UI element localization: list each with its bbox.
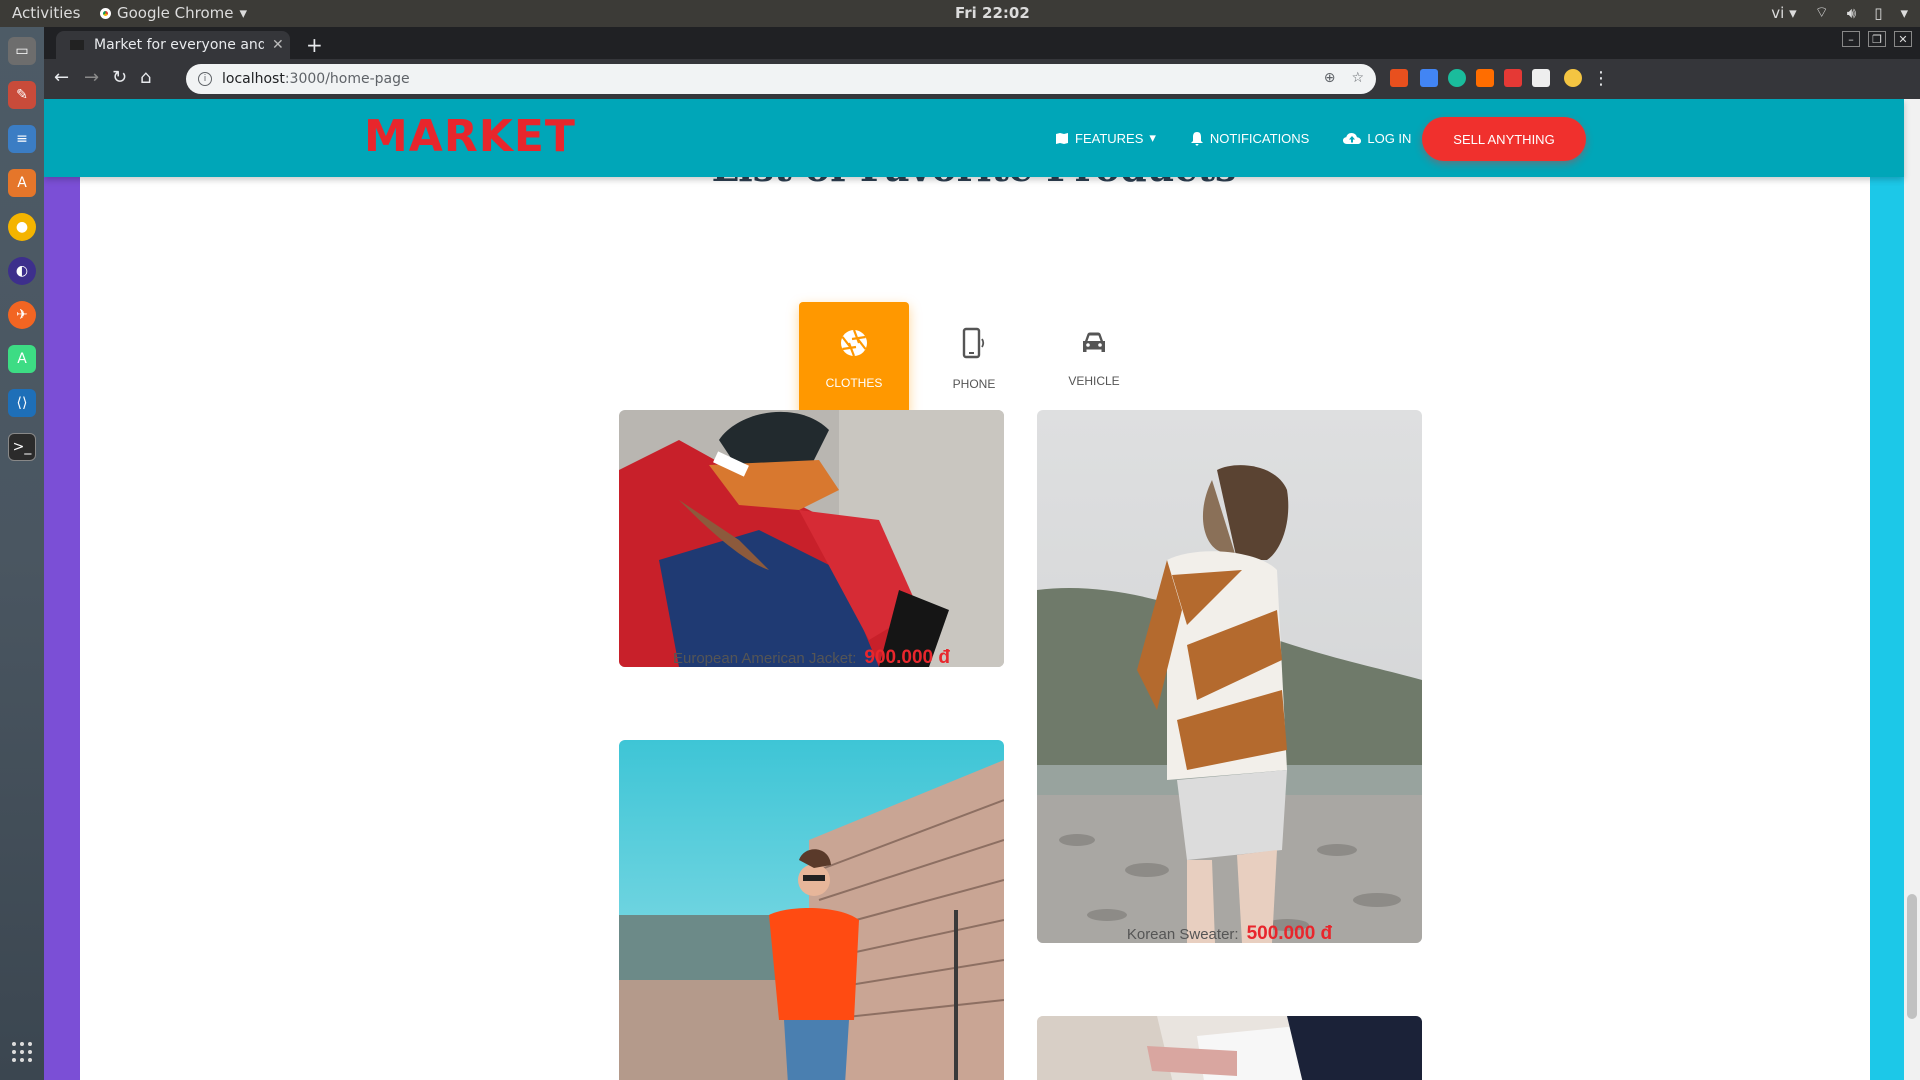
product-name: European American Jacket: <box>672 650 857 667</box>
battery-icon: ▯ <box>1874 3 1883 22</box>
category-tabs: CLOTHES PHONE VEHICLE <box>799 302 1149 416</box>
extension-icon[interactable] <box>1390 69 1408 87</box>
vscode-icon[interactable]: ⟨⟩ <box>8 389 36 417</box>
browser-tab[interactable]: Market for everyone and everything ✕ <box>56 31 290 59</box>
extension-icon[interactable] <box>1476 69 1494 87</box>
product-image-tshirt[interactable] <box>619 740 1004 1080</box>
address-bar[interactable]: i localhost:3000/home-page ⊕ ☆ <box>186 64 1376 94</box>
browser-toolbar: ← → ↻ ⌂ i localhost:3000/home-page ⊕ ☆ ⋮ <box>44 59 1920 99</box>
back-icon[interactable]: ← <box>54 67 69 88</box>
product-image-document[interactable] <box>1037 1016 1422 1080</box>
app-menu[interactable]: Google Chrome ▾ <box>100 4 247 22</box>
product-price: 900.000 đ <box>864 647 950 668</box>
document-photo <box>1037 1016 1422 1080</box>
dock: ▭ ✎ ≡ A ● ◐ ✈ A ⟨⟩ >_ <box>0 27 44 1080</box>
nav-links: FEATURES ▾ NOTIFICATIONS LOG IN <box>1055 99 1411 177</box>
nav-notifications[interactable]: NOTIFICATIONS <box>1190 131 1309 146</box>
new-tab-button[interactable]: + <box>306 33 323 57</box>
product-name: Korean Sweater: <box>1126 926 1239 943</box>
tshirt-photo <box>619 740 1004 1080</box>
chevron-down-icon: ▾ <box>1900 3 1908 22</box>
translate-icon[interactable] <box>1420 69 1438 87</box>
menu-icon[interactable]: ⋮ <box>1592 68 1610 89</box>
minimize-button[interactable]: – <box>1842 31 1860 47</box>
chevron-down-icon: ▾ <box>239 4 248 22</box>
wifi-icon: ⌔ <box>1814 3 1829 21</box>
nav-features-label: FEATURES <box>1075 130 1144 146</box>
activities-button[interactable]: Activities <box>12 4 80 22</box>
android-studio-icon[interactable]: A <box>8 345 36 373</box>
product-caption-jacket: European American Jacket: 900.000 đ <box>619 647 1004 669</box>
page-viewport: List of Favorite Products MARKET FEATURE… <box>44 99 1920 1080</box>
scrollbar-thumb[interactable] <box>1907 894 1917 1019</box>
product-image-sweater[interactable] <box>1037 410 1422 943</box>
page-left-band <box>44 99 80 1080</box>
reload-icon[interactable]: ↻ <box>112 67 127 88</box>
url-host: localhost <box>222 71 285 87</box>
extension-icon[interactable] <box>1532 69 1550 87</box>
sweater-photo <box>1037 410 1422 943</box>
restore-button[interactable]: ❐ <box>1868 31 1886 47</box>
car-icon <box>1083 332 1105 352</box>
tab-title: Market for everyone and everything <box>94 37 264 53</box>
info-icon[interactable]: i <box>198 72 212 86</box>
system-tray[interactable]: vi ▾ ⌔ 🔊︎ ▯ ▾ <box>1771 3 1908 22</box>
bookmark-star-icon[interactable]: ☆ <box>1351 70 1364 86</box>
nav-notifications-label: NOTIFICATIONS <box>1209 130 1310 146</box>
extension-m-icon[interactable] <box>1448 69 1466 87</box>
volume-icon: 🔊︎ <box>1846 3 1857 22</box>
product-price: 500.000 đ <box>1246 923 1333 944</box>
postman-icon[interactable]: ✈ <box>8 301 36 329</box>
sell-anything-button[interactable]: SELL ANYTHING <box>1422 117 1586 161</box>
eclipse-icon[interactable]: ◐ <box>8 257 36 285</box>
home-icon[interactable]: ⌂ <box>140 67 151 88</box>
product-image-jacket[interactable] <box>619 410 1004 667</box>
tab-vehicle[interactable]: VEHICLE <box>1039 302 1149 416</box>
tab-vehicle-label: VEHICLE <box>1068 374 1120 388</box>
nav-features[interactable]: FEATURES ▾ <box>1055 130 1156 146</box>
chrome-dock-icon[interactable]: ● <box>8 213 36 241</box>
extension-icon[interactable] <box>1504 69 1522 87</box>
jacket-photo <box>619 410 1004 667</box>
close-window-button[interactable]: ✕ <box>1894 31 1912 47</box>
browser-window: Market for everyone and everything ✕ + –… <box>44 27 1920 1080</box>
terminal-icon[interactable]: >_ <box>8 433 36 461</box>
site-logo[interactable]: MARKET <box>364 111 576 162</box>
page-right-band <box>1870 99 1904 1080</box>
tab-phone[interactable]: PHONE <box>919 302 1029 416</box>
files-icon[interactable]: ▭ <box>8 37 36 65</box>
close-icon[interactable]: ✕ <box>272 37 284 53</box>
software-center-icon[interactable]: A <box>8 169 36 197</box>
cloud-upload-icon <box>1343 132 1362 144</box>
chrome-icon <box>100 7 111 19</box>
product-caption-sweater: Korean Sweater: 500.000 đ <box>1037 923 1422 945</box>
forward-icon[interactable]: → <box>84 67 99 88</box>
map-icon <box>1056 132 1068 144</box>
tool-icon[interactable]: ✎ <box>8 81 36 109</box>
clock[interactable]: Fri 22:02 <box>955 4 1030 22</box>
favicon-icon <box>70 40 84 50</box>
nav-login[interactable]: LOG IN <box>1343 131 1411 146</box>
document-icon[interactable]: ≡ <box>8 125 36 153</box>
profile-avatar[interactable] <box>1564 69 1582 87</box>
phone-icon <box>962 327 985 359</box>
chevron-down-icon: ▾ <box>1149 130 1156 145</box>
show-apps-icon[interactable] <box>12 1042 32 1062</box>
url-path: :3000/home-page <box>284 71 410 87</box>
app-name: Google Chrome <box>117 4 234 22</box>
tab-clothes-label: CLOTHES <box>825 376 883 390</box>
language-indicator[interactable]: vi ▾ <box>1771 4 1796 22</box>
aperture-icon <box>841 329 867 357</box>
window-controls: – ❐ ✕ <box>1842 31 1912 47</box>
zoom-icon[interactable]: ⊕ <box>1324 70 1336 86</box>
tab-clothes[interactable]: CLOTHES <box>799 302 909 416</box>
site-navbar: MARKET FEATURES ▾ NOTIFICATIONS LOG IN S… <box>44 99 1904 177</box>
nav-login-label: LOG IN <box>1367 130 1412 146</box>
bell-icon <box>1190 131 1203 146</box>
tab-bar: Market for everyone and everything ✕ + –… <box>44 27 1920 59</box>
page-scrollbar[interactable] <box>1904 99 1920 1080</box>
os-top-bar: Activities Google Chrome ▾ Fri 22:02 vi … <box>0 0 1920 27</box>
tab-phone-label: PHONE <box>952 377 996 391</box>
